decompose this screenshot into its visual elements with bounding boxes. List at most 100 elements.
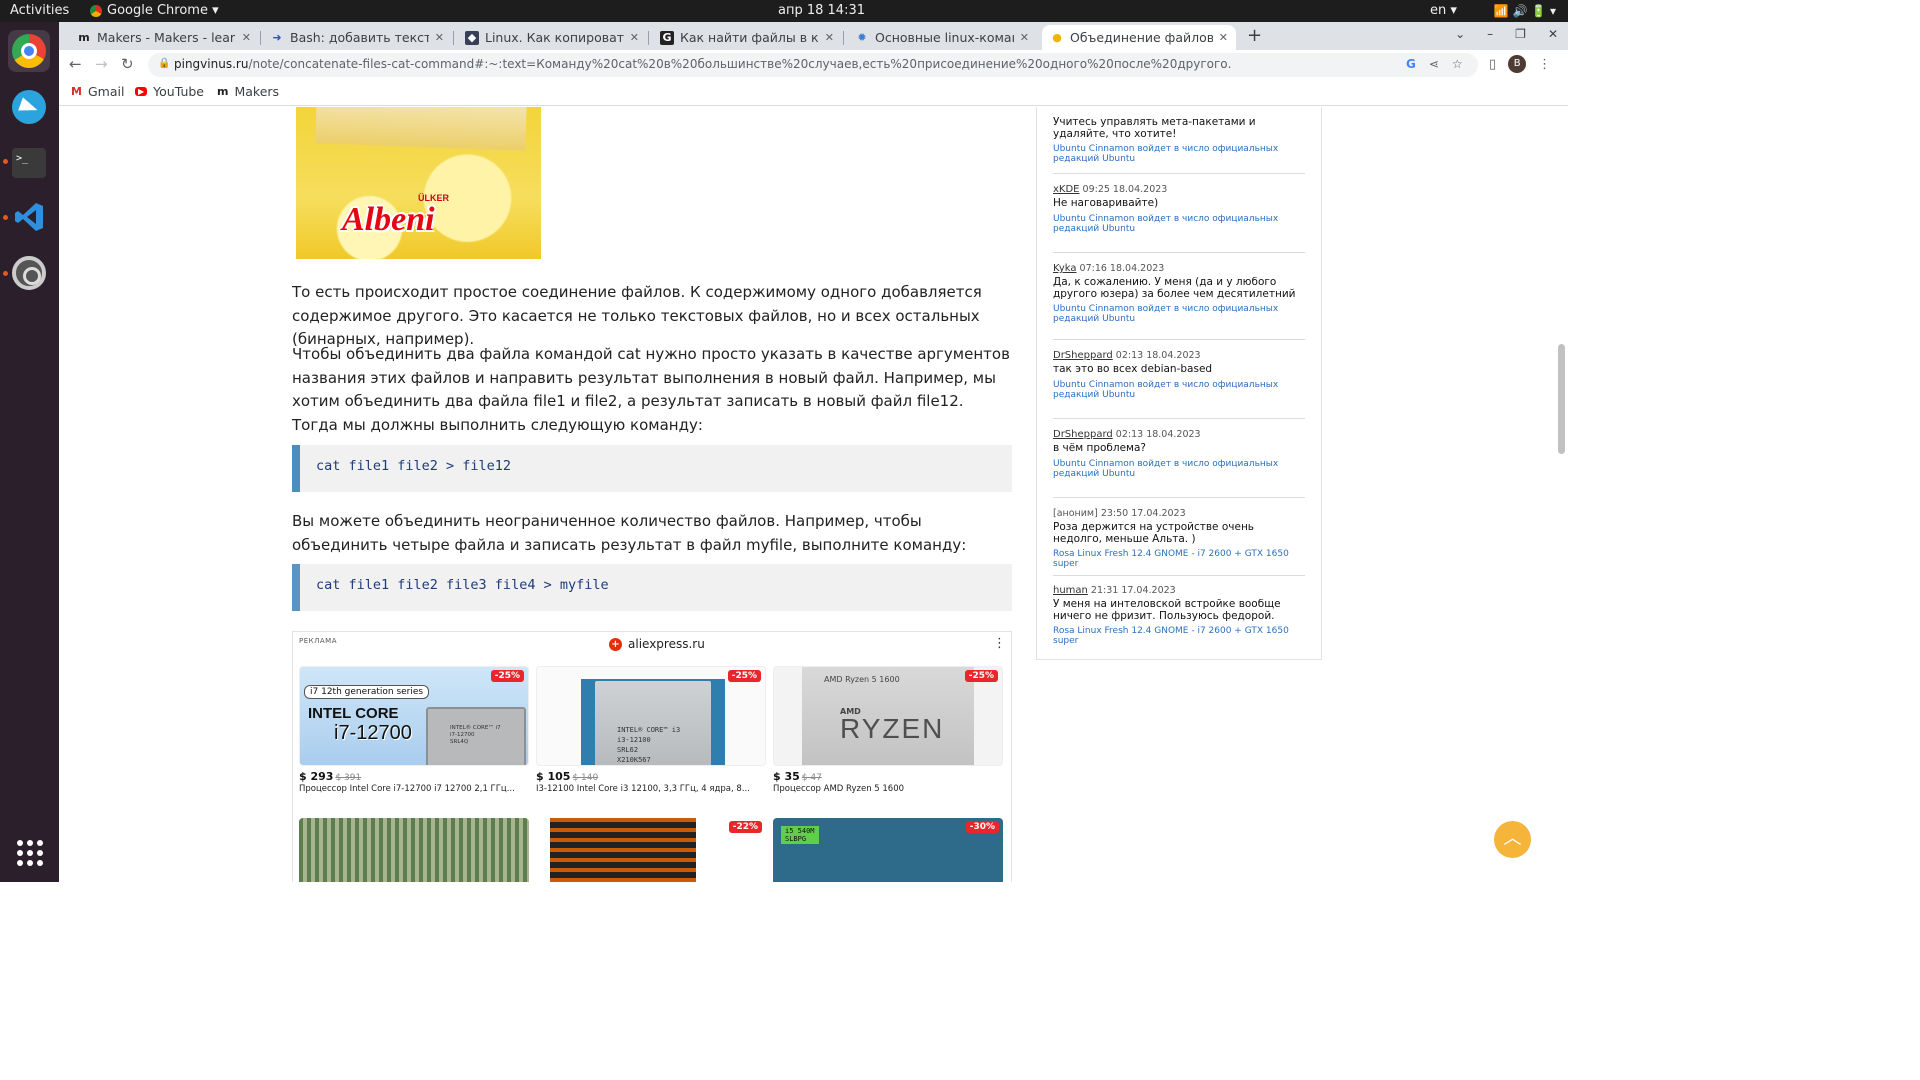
gnome-top-bar: Activities Google Chrome ▾ апр 18 14:31 …: [0, 0, 1568, 22]
comment-post-link[interactable]: Ubuntu Cinnamon войдет в число официальн…: [1053, 380, 1305, 400]
app-menu[interactable]: Google Chrome ▾: [90, 3, 219, 18]
dock-chrome[interactable]: [8, 30, 50, 72]
bookmark-label: Makers: [234, 84, 280, 99]
system-tray[interactable]: 📶 🔊 🔋 ▾: [1494, 4, 1556, 18]
comment-item: [аноним] 23:50 17.04.2023 Роза держится …: [1053, 508, 1305, 569]
comment-post-link[interactable]: Ubuntu Cinnamon войдет в число официальн…: [1053, 214, 1305, 234]
forward-icon[interactable]: →: [95, 55, 108, 73]
comment-item: xKDE 09:25 18.04.2023 Не наговаривайте) …: [1053, 184, 1305, 234]
comment-author[interactable]: DrSheppard: [1053, 429, 1113, 440]
bookmark-label: YouTube: [153, 84, 204, 99]
keyboard-layout[interactable]: en ▾: [1430, 3, 1457, 18]
close-icon[interactable]: ✕: [630, 31, 639, 44]
maximize-icon[interactable]: ❐: [1515, 27, 1526, 41]
comment-post-link[interactable]: Rosa Linux Fresh 12.4 GNOME - i7 2600 + …: [1053, 626, 1305, 646]
product-brand-text: INTEL CORE: [308, 705, 399, 722]
scroll-to-top-button[interactable]: ︿: [1494, 821, 1531, 858]
bookmark-youtube[interactable]: ▶ YouTube: [135, 84, 204, 99]
ad-source[interactable]: + aliexpress.ru: [609, 637, 705, 651]
code-block[interactable]: cat file1 file2 > file12: [292, 445, 1012, 492]
tab-linux-commands[interactable]: ✹ Основные linux-команды ✕: [847, 25, 1037, 50]
comment-post-link[interactable]: Ubuntu Cinnamon войдет в число официальн…: [1053, 304, 1305, 324]
divider: [1053, 497, 1305, 498]
product-card[interactable]: AMD Ryzen 5 1600 AMD RYZEN -25% $ 35 $ 47…: [773, 666, 1003, 794]
tab-linux-copy[interactable]: ◆ Linux. Как копировать сс ✕: [457, 25, 647, 50]
ad-source-label: aliexpress.ru: [628, 637, 705, 651]
address-bar[interactable]: 🔒 pingvinus.ru/note/concatenate-files-ca…: [148, 53, 1478, 77]
comment-author[interactable]: xKDE: [1053, 184, 1080, 195]
dock-settings[interactable]: [8, 252, 50, 294]
menu-kebab-icon[interactable]: ⋮: [1538, 57, 1551, 72]
comment-meta: Kyka 07:16 18.04.2023: [1053, 263, 1305, 274]
product-card[interactable]: -22%: [536, 818, 766, 882]
cpu-chip-ryzen: RYZEN: [840, 713, 945, 744]
close-window-icon[interactable]: ✕: [1548, 27, 1558, 41]
profile-avatar[interactable]: B: [1508, 55, 1527, 73]
aliexpress-ad: РЕКЛАМА + aliexpress.ru ⋮ i7 12th genera…: [292, 631, 1012, 882]
page-scrollbar[interactable]: [1558, 344, 1565, 454]
product-card[interactable]: i7 12th generation series INTEL CORE i7-…: [299, 666, 529, 794]
dock-telegram[interactable]: [8, 86, 50, 128]
close-icon[interactable]: ✕: [1219, 31, 1228, 44]
product-card[interactable]: i5 540M SLBPG -30%: [773, 818, 1003, 882]
comment-author[interactable]: Kyka: [1053, 263, 1077, 274]
activities-button[interactable]: Activities: [10, 3, 69, 18]
product-card[interactable]: [299, 818, 529, 882]
cpu-chip-text: INTEL® CORE™ i3 i3-12100 SRL62 X210K567: [617, 726, 681, 764]
new-tab-button[interactable]: +: [1247, 25, 1262, 46]
product-image: INTEL® CORE™ i3 i3-12100 SRL62 X210K567 …: [536, 666, 766, 766]
google-lens-icon[interactable]: G: [1406, 57, 1416, 71]
close-icon[interactable]: ✕: [1020, 31, 1029, 44]
minimize-icon[interactable]: –: [1487, 27, 1493, 41]
comment-post-link[interactable]: Ubuntu Cinnamon войдет в число официальн…: [1053, 144, 1305, 164]
comment-post-link[interactable]: Ubuntu Cinnamon войдет в число официальн…: [1053, 459, 1305, 479]
close-icon[interactable]: ✕: [242, 31, 251, 44]
lock-icon[interactable]: 🔒: [158, 58, 170, 69]
clock[interactable]: апр 18 14:31: [778, 3, 865, 18]
tab-concatenate-files[interactable]: ● Объединение файлов кс ✕: [1042, 25, 1236, 50]
tab-bash[interactable]: ➜ Bash: добавить текст в ф ✕: [262, 25, 452, 50]
makers-icon: m: [78, 30, 90, 44]
back-icon[interactable]: ←: [69, 55, 82, 73]
comment-post-link[interactable]: Rosa Linux Fresh 12.4 GNOME - i7 2600 + …: [1053, 549, 1305, 569]
bookmark-gmail[interactable]: M Gmail: [71, 84, 124, 99]
tab-title: Bash: добавить текст в ф: [290, 30, 429, 45]
reload-icon[interactable]: ↻: [121, 55, 134, 73]
close-icon[interactable]: ✕: [435, 31, 444, 44]
show-apps-grid-icon[interactable]: [17, 840, 43, 866]
bookmark-star-icon[interactable]: ☆: [1452, 57, 1463, 71]
tab-search-icon[interactable]: ⌄: [1455, 27, 1465, 41]
comment-author: [аноним]: [1053, 508, 1098, 519]
tab-find-files[interactable]: G Как найти файлы в коман ✕: [652, 25, 842, 50]
share-icon[interactable]: ⋖: [1429, 57, 1439, 71]
comment-text: в чём проблема?: [1053, 443, 1146, 454]
toolbar-right: ▯ B ⋮: [1489, 55, 1551, 73]
tab-divider: [843, 31, 844, 45]
code-block[interactable]: cat file1 file2 file3 file4 > myfile: [292, 564, 1012, 611]
omnibox-actions: G ⋖ ☆: [1406, 57, 1463, 71]
product-price: $ 105 $ 140: [536, 770, 599, 783]
recent-comments: Учитесь управлять мета-пакетами и удаляй…: [1036, 107, 1322, 660]
close-icon[interactable]: ✕: [825, 31, 834, 44]
comment-author[interactable]: DrSheppard: [1053, 350, 1113, 361]
makers-icon: m: [217, 85, 229, 98]
discount-badge: -30%: [965, 821, 999, 833]
dock-terminal[interactable]: >_: [8, 142, 50, 184]
product-card[interactable]: INTEL® CORE™ i3 i3-12100 SRL62 X210K567 …: [536, 666, 766, 794]
albeni-ad-image[interactable]: ÜLKER Albeni: [296, 107, 541, 259]
tab-strip: m Makers - Makers - learn ev ✕ ➜ Bash: д…: [59, 22, 1568, 50]
cpu-chip-text: INTEL® CORE™ i7 i7-12700 SRL4Q: [450, 725, 501, 745]
side-panel-icon[interactable]: ▯: [1489, 57, 1496, 72]
ad-menu-kebab-icon[interactable]: ⋮: [993, 636, 1006, 651]
comment-item: DrSheppard 02:13 18.04.2023 так это во в…: [1053, 350, 1305, 400]
dock-vscode[interactable]: [8, 196, 50, 238]
settings-gear-icon: [12, 256, 46, 290]
bookmark-makers[interactable]: m Makers: [217, 84, 279, 99]
comment-author[interactable]: human: [1053, 585, 1088, 596]
comment-meta: DrSheppard 02:13 18.04.2023: [1053, 350, 1305, 361]
arrow-icon: ➜: [272, 30, 282, 44]
product-image: i7 12th generation series INTEL CORE i7-…: [299, 666, 529, 766]
tab-makers[interactable]: m Makers - Makers - learn ev ✕: [69, 25, 259, 50]
gmail-icon: M: [71, 85, 82, 98]
comment-item: Учитесь управлять мета-пакетами и удаляй…: [1053, 114, 1305, 164]
